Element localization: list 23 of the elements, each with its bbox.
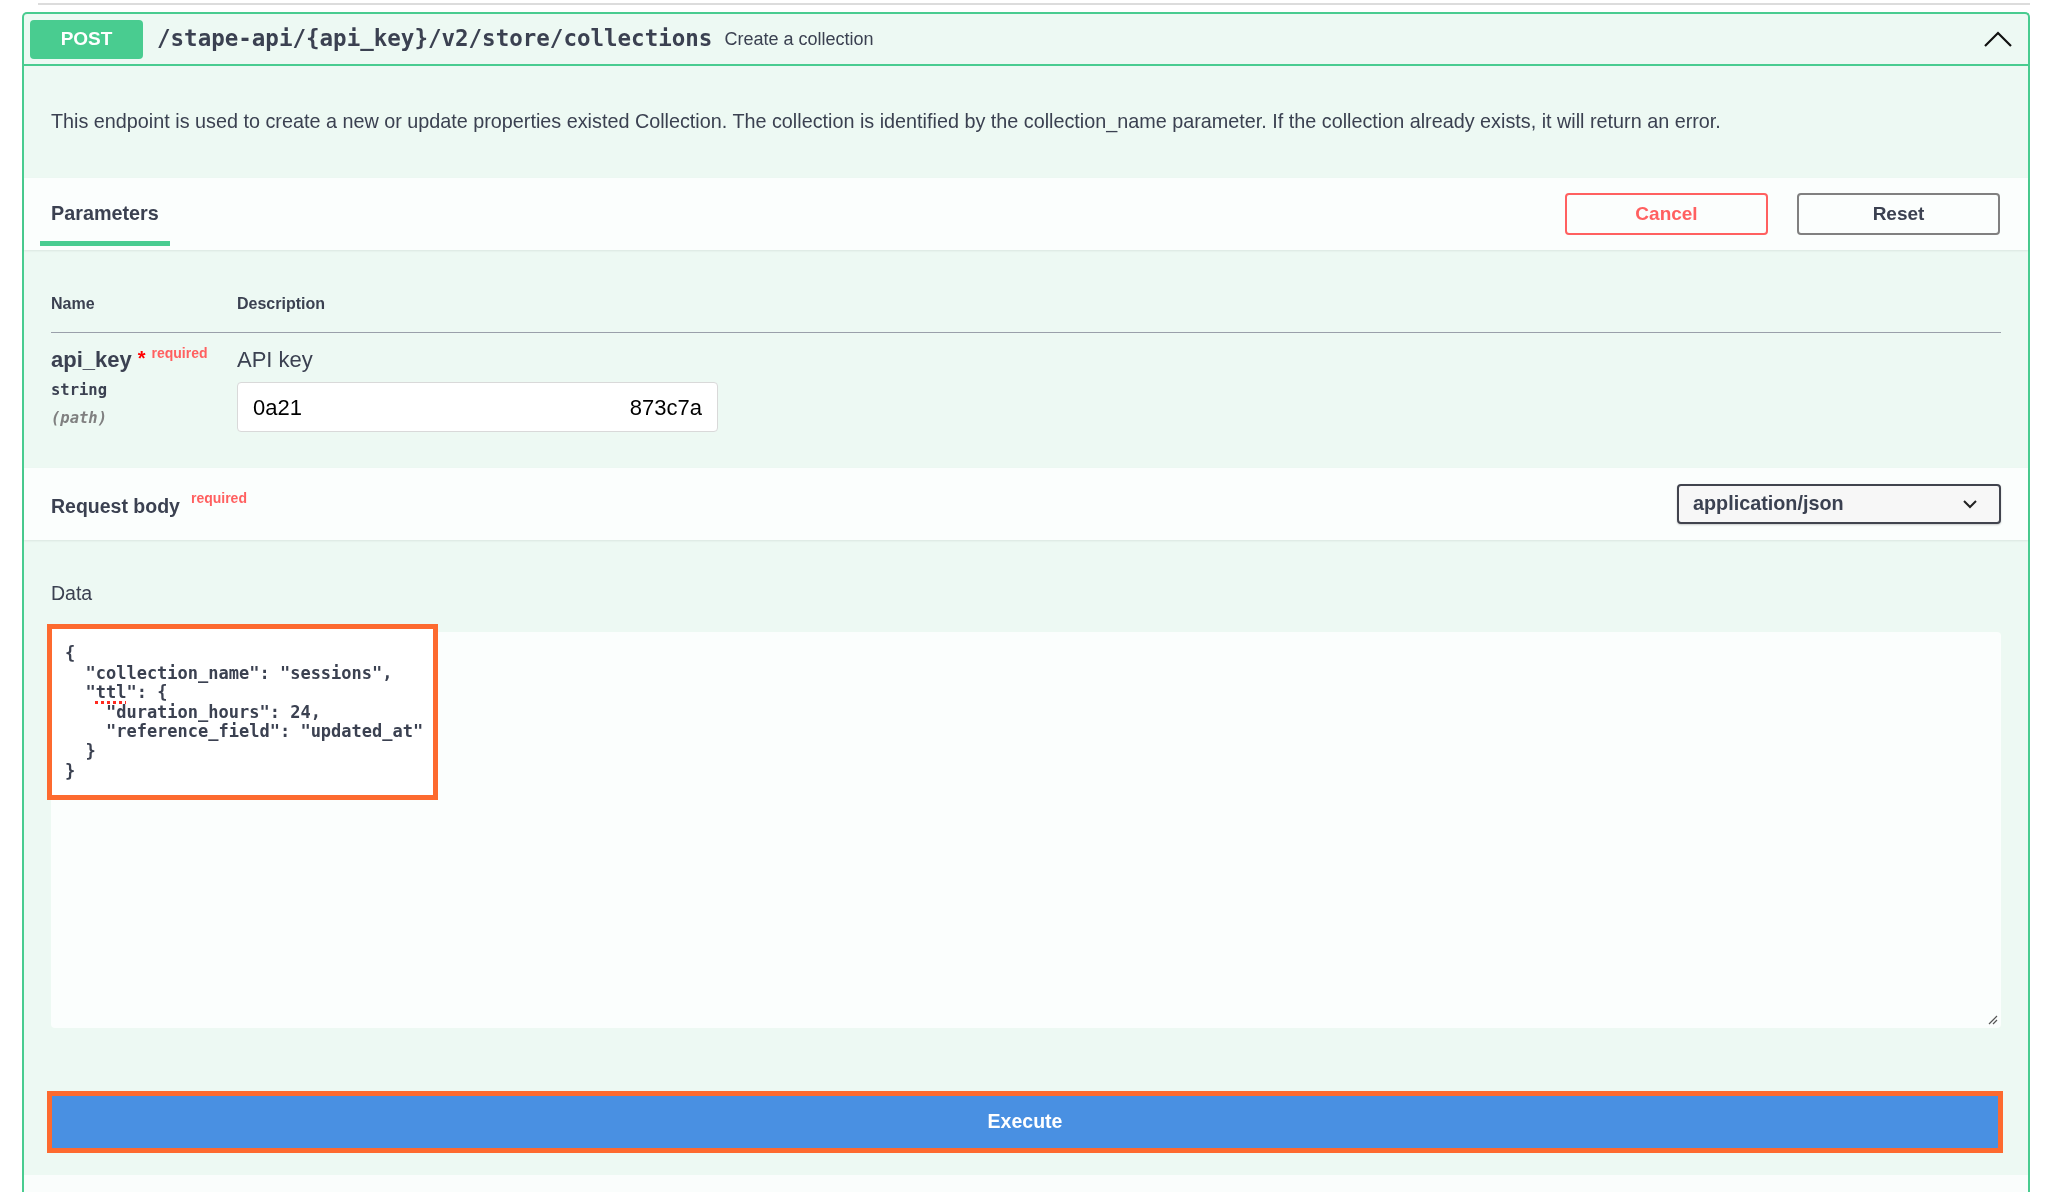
reset-button[interactable]: Reset: [1797, 193, 2000, 235]
parameter-description: API key: [237, 347, 313, 373]
chevron-down-icon: [1963, 499, 1977, 509]
endpoint-path: /stape-api/{api_key}/v2/store/collections: [157, 24, 713, 54]
misspelled-word: ttl: [95, 682, 127, 703]
api-key-input[interactable]: 0a21 873c7a: [237, 382, 718, 432]
tab[interactable]: Parameters: [40, 178, 170, 246]
column-header: Description: [237, 294, 325, 314]
parameter-name: api_key: [51, 347, 132, 373]
section-title: Request body: [51, 494, 180, 518]
content-type-dropdown[interactable]: application/json: [1677, 484, 2001, 524]
chevron-up-icon[interactable]: [1984, 31, 2012, 47]
required-mark: *: [137, 347, 146, 369]
parameter-type: string: [51, 380, 107, 400]
parameter-location: (path): [51, 408, 107, 428]
description-text: This endpoint is used to create a new or update properties existed Collection. The collection is identified by the collection_name parameter. If the collection already exists, it will return an error.: [51, 109, 1721, 135]
required-label: required: [151, 345, 208, 361]
resize-handle-icon[interactable]: [1988, 1015, 1998, 1025]
endpoint-summary: Create a collection: [724, 27, 874, 51]
field-label: Data: [51, 582, 93, 604]
method-badge: POST: [30, 19, 143, 59]
column-header: Name: [51, 294, 96, 314]
required-label: required: [190, 490, 247, 506]
